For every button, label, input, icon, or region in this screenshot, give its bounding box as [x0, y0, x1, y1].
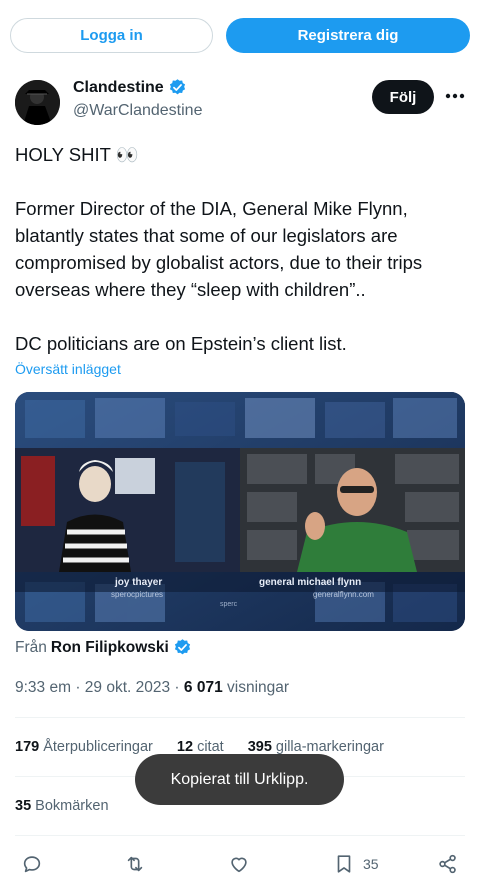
meta-separator: · [170, 679, 184, 696]
tweet-action-bar: 35 [0, 846, 477, 882]
display-name[interactable]: Clandestine [73, 79, 164, 97]
avatar[interactable] [15, 80, 60, 125]
tweet-time[interactable]: 9:33 em [15, 679, 71, 696]
share-icon [439, 854, 456, 874]
tweet-author: Clandestine @WarClandestine Följ [15, 78, 470, 126]
video-source: Från Ron Filipkowski [15, 638, 192, 657]
quotes-stat[interactable]: 12 citat [177, 739, 224, 755]
views-label: visningar [227, 679, 290, 696]
verified-badge-icon [174, 639, 190, 655]
engagement-stats: 179 Återpubliceringar 12 citat 395 gilla… [15, 739, 404, 755]
verified-badge-icon [169, 79, 185, 95]
reposts-stat[interactable]: 179 Återpubliceringar [15, 739, 153, 755]
video-right-subcaption: generalflynn.com [313, 590, 374, 599]
repost-button[interactable] [124, 852, 146, 876]
share-button[interactable] [437, 852, 459, 876]
repost-icon [127, 856, 143, 872]
reply-icon [23, 856, 41, 873]
meta-separator: · [71, 679, 85, 696]
register-button[interactable]: Registrera dig [226, 18, 470, 53]
divider [15, 717, 465, 718]
heart-icon [231, 857, 247, 873]
translate-link[interactable]: Översätt inlägget [15, 361, 121, 377]
follow-button[interactable]: Följ [372, 80, 434, 114]
bookmark-icon [337, 855, 351, 873]
tweet-video[interactable]: joy thayer sperocpictures general michae… [15, 392, 465, 631]
top-auth-bar: Logga in Registrera dig [0, 0, 477, 70]
video-left-caption: joy thayer [114, 577, 162, 588]
user-handle[interactable]: @WarClandestine [73, 102, 202, 120]
copied-toast: Kopierat till Urklipp. [135, 754, 344, 805]
bookmark-count: 35 [363, 856, 379, 872]
bookmarks-stat[interactable]: 35 Bokmärken [15, 798, 109, 814]
likes-stat[interactable]: 395 gilla-markeringar [248, 739, 384, 755]
video-watermark: sperc [220, 601, 238, 608]
divider [15, 835, 465, 836]
tweet-paragraph-3: DC politicians are on Epstein’s client l… [15, 333, 347, 354]
source-name[interactable]: Ron Filipkowski [51, 639, 169, 657]
more-horizontal-icon[interactable] [443, 86, 467, 106]
like-button[interactable] [228, 852, 250, 876]
tweet-paragraph-2: Former Director of the DIA, General Mike… [15, 198, 423, 300]
tweet-date[interactable]: 29 okt. 2023 [85, 679, 170, 696]
video-right-caption: general michael flynn [259, 577, 361, 588]
login-button[interactable]: Logga in [10, 18, 213, 53]
source-prefix: Från [15, 638, 47, 656]
tweet-body: HOLY SHIT 👀 Former Director of the DIA, … [15, 141, 465, 357]
view-count: 6 071 [183, 679, 223, 696]
tweet-line-1: HOLY SHIT 👀 [15, 144, 139, 165]
bookmark-button[interactable]: 35 [333, 852, 379, 876]
tweet-meta: 9:33 em · 29 okt. 2023 · 6 071 visningar [15, 679, 289, 697]
reply-button[interactable] [21, 852, 43, 876]
video-left-subcaption: sperocpictures [111, 590, 163, 599]
